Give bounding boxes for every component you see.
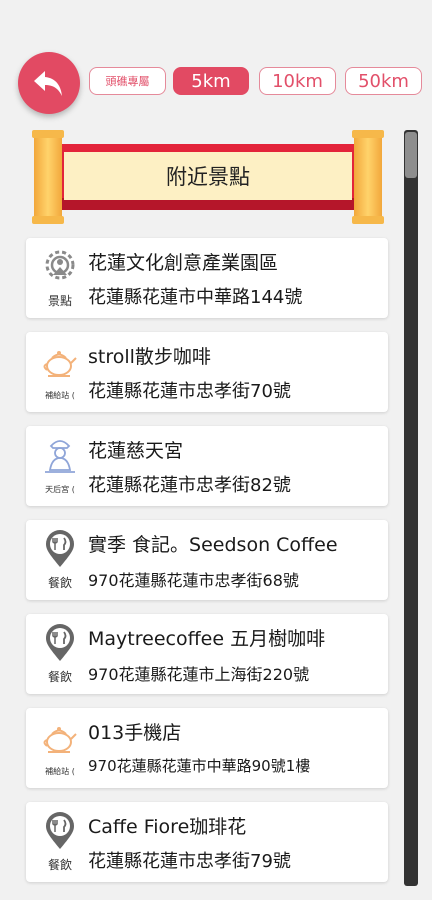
place-icon-wrap: 餐飲 [40, 530, 80, 592]
place-icon-wrap: 景點 [40, 248, 80, 310]
restaurant-pin-icon [46, 812, 74, 849]
restaurant-pin-icon [46, 530, 74, 567]
banner-title: 附近景點 [64, 152, 352, 200]
place-address: 花蓮縣花蓮市中華路144號 [88, 287, 303, 308]
restaurant-pin-icon [46, 624, 74, 661]
place-address: 花蓮縣花蓮市忠孝街79號 [88, 851, 291, 872]
gear-landmark-icon [45, 250, 75, 280]
place-card[interactable]: 餐飲 Caffe Fiore珈琲花 花蓮縣花蓮市忠孝街79號 [26, 802, 388, 882]
place-category: 餐飲 [47, 576, 72, 590]
place-category: 補給站 ( [45, 767, 75, 776]
place-category: 餐飲 [47, 670, 72, 684]
scrollbar-thumb[interactable] [405, 132, 417, 178]
place-category: 景點 [47, 294, 72, 308]
filter-exclusive-chip[interactable]: 頭礁專屬 [89, 67, 166, 95]
place-icon-wrap: 餐飲 [40, 812, 80, 874]
place-card[interactable]: 補給站 ( stroll散步咖啡 花蓮縣花蓮市忠孝街70號 [26, 332, 388, 412]
list-scrollbar[interactable] [404, 130, 418, 886]
back-arrow-icon [34, 71, 62, 96]
place-card[interactable]: 餐飲 實季 食記。Seedson Coffee 970花蓮縣花蓮市忠孝街68號 [26, 520, 388, 600]
place-card[interactable]: 天后宮 ( 花蓮慈天宮 花蓮縣花蓮市忠孝街82號 [26, 426, 388, 506]
filter-50km-chip[interactable]: 50km [345, 67, 422, 95]
place-address: 花蓮縣花蓮市忠孝街70號 [88, 381, 291, 402]
place-address: 970花蓮縣花蓮市中華路90號1樓 [88, 757, 311, 775]
place-icon-wrap: 天后宮 ( [40, 436, 80, 498]
place-category: 餐飲 [47, 858, 72, 872]
place-card[interactable]: 景點 花蓮文化創意產業園區 花蓮縣花蓮市中華路144號 [26, 238, 388, 318]
banner-right-post [352, 130, 384, 224]
place-icon-wrap: 補給站 ( [40, 342, 80, 404]
filter-5km-chip[interactable]: 5km [173, 67, 249, 95]
place-icon-wrap: 餐飲 [40, 624, 80, 686]
temple-deity-icon [45, 440, 75, 473]
place-name: 實季 食記。Seedson Coffee [88, 534, 338, 556]
banner-left-post [32, 130, 64, 224]
place-name: 013手機店 [88, 722, 182, 744]
place-address: 970花蓮縣花蓮市忠孝街68號 [88, 571, 299, 590]
back-button[interactable] [18, 52, 80, 114]
place-name: stroll散步咖啡 [88, 346, 211, 368]
place-category: 天后宮 ( [45, 485, 75, 494]
filter-10km-chip[interactable]: 10km [259, 67, 336, 95]
place-card[interactable]: 補給站 ( 013手機店 970花蓮縣花蓮市中華路90號1樓 [26, 708, 388, 788]
place-category: 補給站 ( [45, 391, 75, 400]
top-bar: 頭礁專屬 5km 10km 50km [0, 0, 432, 120]
place-address: 970花蓮縣花蓮市上海街220號 [88, 665, 310, 684]
place-name: 花蓮文化創意產業園區 [88, 252, 279, 274]
place-name: Maytreecoffee 五月樹咖啡 [88, 628, 326, 650]
place-name: Caffe Fiore珈琲花 [88, 816, 247, 838]
teapot-icon [43, 351, 77, 377]
place-address: 花蓮縣花蓮市忠孝街82號 [88, 475, 291, 496]
teapot-icon [43, 727, 77, 753]
place-card[interactable]: 餐飲 Maytreecoffee 五月樹咖啡 970花蓮縣花蓮市上海街220號 [26, 614, 388, 694]
place-name: 花蓮慈天宮 [88, 440, 184, 462]
place-icon-wrap: 補給站 ( [40, 718, 80, 780]
nearby-attractions-banner: 附近景點 [32, 130, 384, 224]
